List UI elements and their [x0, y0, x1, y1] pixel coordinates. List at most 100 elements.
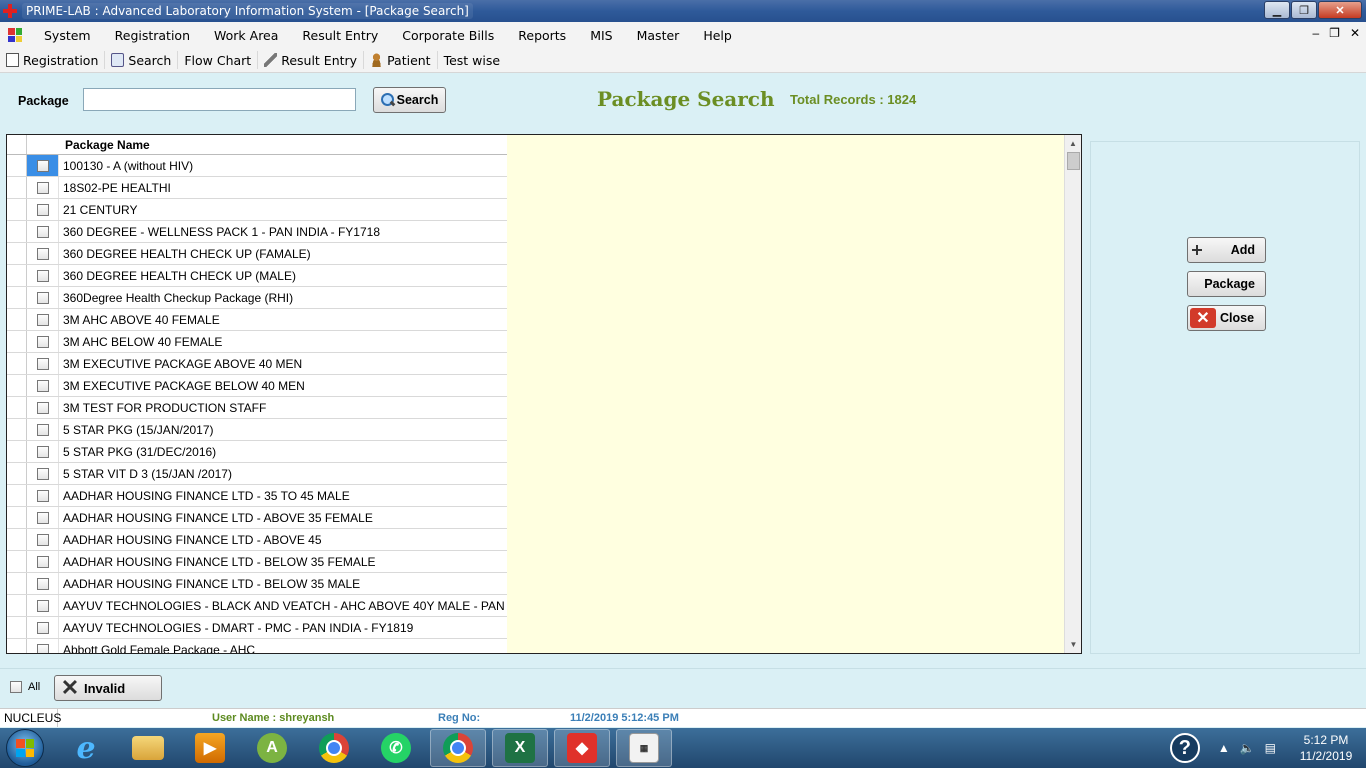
row-checkbox-cell[interactable] — [27, 265, 59, 286]
child-restore-icon[interactable]: ❐ — [1329, 26, 1340, 40]
table-row[interactable]: 3M AHC BELOW 40 FEMALE — [7, 331, 507, 353]
package-search-input[interactable] — [83, 88, 356, 111]
row-checkbox[interactable] — [36, 401, 49, 414]
taskbar-anydesk[interactable]: ◆ — [554, 729, 610, 767]
package-name-cell[interactable]: 3M EXECUTIVE PACKAGE BELOW 40 MEN — [59, 375, 507, 396]
package-name-cell[interactable]: AADHAR HOUSING FINANCE LTD - ABOVE 35 FE… — [59, 507, 507, 528]
row-checkbox-cell[interactable] — [27, 551, 59, 572]
package-name-cell[interactable]: 360Degree Health Checkup Package (RHI) — [59, 287, 507, 308]
search-button[interactable]: Search — [373, 87, 446, 113]
table-row[interactable]: AADHAR HOUSING FINANCE LTD - BELOW 35 FE… — [7, 551, 507, 573]
row-header-cell[interactable] — [7, 199, 27, 220]
table-row[interactable]: 3M EXECUTIVE PACKAGE ABOVE 40 MEN — [7, 353, 507, 375]
taskbar-chrome-active[interactable] — [430, 729, 486, 767]
start-button[interactable] — [6, 729, 44, 767]
child-minimize-icon[interactable]: – — [1312, 26, 1319, 40]
table-row[interactable]: 360Degree Health Checkup Package (RHI) — [7, 287, 507, 309]
row-checkbox[interactable] — [36, 247, 49, 260]
table-row[interactable]: AADHAR HOUSING FINANCE LTD - ABOVE 35 FE… — [7, 507, 507, 529]
column-header-package-name[interactable]: Package Name — [59, 135, 507, 154]
table-row[interactable]: AADHAR HOUSING FINANCE LTD - ABOVE 45 — [7, 529, 507, 551]
row-checkbox-cell[interactable] — [27, 595, 59, 616]
row-checkbox-cell[interactable] — [27, 529, 59, 550]
taskbar-excel[interactable]: X — [492, 729, 548, 767]
taskbar-media[interactable]: ▶ — [182, 729, 238, 767]
row-checkbox-cell[interactable] — [27, 353, 59, 374]
package-name-cell[interactable]: 360 DEGREE HEALTH CHECK UP (MALE) — [59, 265, 507, 286]
row-checkbox[interactable] — [36, 577, 49, 590]
row-checkbox-cell[interactable] — [27, 177, 59, 198]
package-name-cell[interactable]: 5 STAR PKG (31/DEC/2016) — [59, 441, 507, 462]
table-row[interactable]: 5 STAR PKG (15/JAN/2017) — [7, 419, 507, 441]
toolbar-search[interactable]: Search — [105, 51, 179, 69]
row-checkbox[interactable] — [36, 555, 49, 568]
menu-work-area[interactable]: Work Area — [202, 28, 290, 43]
row-checkbox[interactable] — [36, 599, 49, 612]
package-name-cell[interactable]: Abbott Gold Female Package - AHC — [59, 639, 507, 654]
package-name-cell[interactable]: 5 STAR VIT D 3 (15/JAN /2017) — [59, 463, 507, 484]
row-header-cell[interactable] — [7, 265, 27, 286]
scroll-up-icon[interactable]: ▲ — [1065, 135, 1081, 152]
row-checkbox[interactable] — [36, 621, 49, 634]
scroll-thumb[interactable] — [1067, 152, 1080, 170]
menu-corporate-bills[interactable]: Corporate Bills — [390, 28, 506, 43]
row-checkbox[interactable] — [36, 467, 49, 480]
row-header-cell[interactable] — [7, 639, 27, 653]
row-checkbox-cell[interactable] — [27, 463, 59, 484]
table-row[interactable]: 360 DEGREE HEALTH CHECK UP (FAMALE) — [7, 243, 507, 265]
close-button[interactable]: ✕ Close — [1187, 305, 1266, 331]
scroll-down-icon[interactable]: ▼ — [1065, 636, 1081, 653]
table-row[interactable]: 360 DEGREE - WELLNESS PACK 1 - PAN INDIA… — [7, 221, 507, 243]
row-checkbox-cell[interactable] — [27, 309, 59, 330]
package-name-cell[interactable]: 21 CENTURY — [59, 199, 507, 220]
tray-expand-icon[interactable]: ▲ — [1218, 741, 1230, 755]
row-checkbox-cell[interactable] — [27, 243, 59, 264]
row-header-cell[interactable] — [7, 375, 27, 396]
menu-registration[interactable]: Registration — [103, 28, 202, 43]
select-all-box[interactable] — [10, 681, 22, 693]
row-checkbox[interactable] — [36, 203, 49, 216]
row-checkbox[interactable] — [36, 335, 49, 348]
row-header-cell[interactable] — [7, 397, 27, 418]
package-name-cell[interactable]: AADHAR HOUSING FINANCE LTD - BELOW 35 MA… — [59, 573, 507, 594]
row-checkbox[interactable] — [36, 357, 49, 370]
row-header-cell[interactable] — [7, 529, 27, 550]
taskbar-ie[interactable]: e — [58, 729, 114, 767]
package-name-cell[interactable]: AADHAR HOUSING FINANCE LTD - ABOVE 45 — [59, 529, 507, 550]
row-checkbox-cell[interactable] — [27, 155, 59, 176]
row-header-cell[interactable] — [7, 177, 27, 198]
row-checkbox[interactable] — [36, 291, 49, 304]
row-checkbox-cell[interactable] — [27, 287, 59, 308]
row-checkbox-cell[interactable] — [27, 199, 59, 220]
table-row[interactable]: AADHAR HOUSING FINANCE LTD - BELOW 35 MA… — [7, 573, 507, 595]
row-header-cell[interactable] — [7, 485, 27, 506]
package-name-cell[interactable]: AADHAR HOUSING FINANCE LTD - BELOW 35 FE… — [59, 551, 507, 572]
row-checkbox-cell[interactable] — [27, 419, 59, 440]
table-row[interactable]: AAYUV TECHNOLOGIES - BLACK AND VEATCH - … — [7, 595, 507, 617]
add-button[interactable]: Add — [1187, 237, 1266, 263]
package-name-cell[interactable]: 100130 - A (without HIV) — [59, 155, 507, 176]
row-header-cell[interactable] — [7, 463, 27, 484]
row-checkbox[interactable] — [36, 511, 49, 524]
row-checkbox-cell[interactable] — [27, 397, 59, 418]
row-checkbox-cell[interactable] — [27, 639, 59, 653]
row-header-cell[interactable] — [7, 155, 27, 176]
row-checkbox-cell[interactable] — [27, 331, 59, 352]
table-row[interactable]: 5 STAR VIT D 3 (15/JAN /2017) — [7, 463, 507, 485]
invalid-button[interactable]: ✕ Invalid — [54, 675, 162, 701]
app-menu-icon[interactable] — [8, 28, 22, 42]
row-header-cell[interactable] — [7, 243, 27, 264]
row-checkbox-cell[interactable] — [27, 441, 59, 462]
row-checkbox[interactable] — [36, 379, 49, 392]
table-row[interactable]: 360 DEGREE HEALTH CHECK UP (MALE) — [7, 265, 507, 287]
package-name-cell[interactable]: 3M AHC BELOW 40 FEMALE — [59, 331, 507, 352]
table-row[interactable]: 3M EXECUTIVE PACKAGE BELOW 40 MEN — [7, 375, 507, 397]
row-header-cell[interactable] — [7, 595, 27, 616]
row-checkbox-cell[interactable] — [27, 573, 59, 594]
table-row[interactable]: 3M TEST FOR PRODUCTION STAFF — [7, 397, 507, 419]
row-checkbox[interactable] — [36, 489, 49, 502]
package-name-cell[interactable]: 3M EXECUTIVE PACKAGE ABOVE 40 MEN — [59, 353, 507, 374]
package-name-cell[interactable]: 360 DEGREE HEALTH CHECK UP (FAMALE) — [59, 243, 507, 264]
table-row[interactable]: AADHAR HOUSING FINANCE LTD - 35 TO 45 MA… — [7, 485, 507, 507]
menu-system[interactable]: System — [32, 28, 103, 43]
